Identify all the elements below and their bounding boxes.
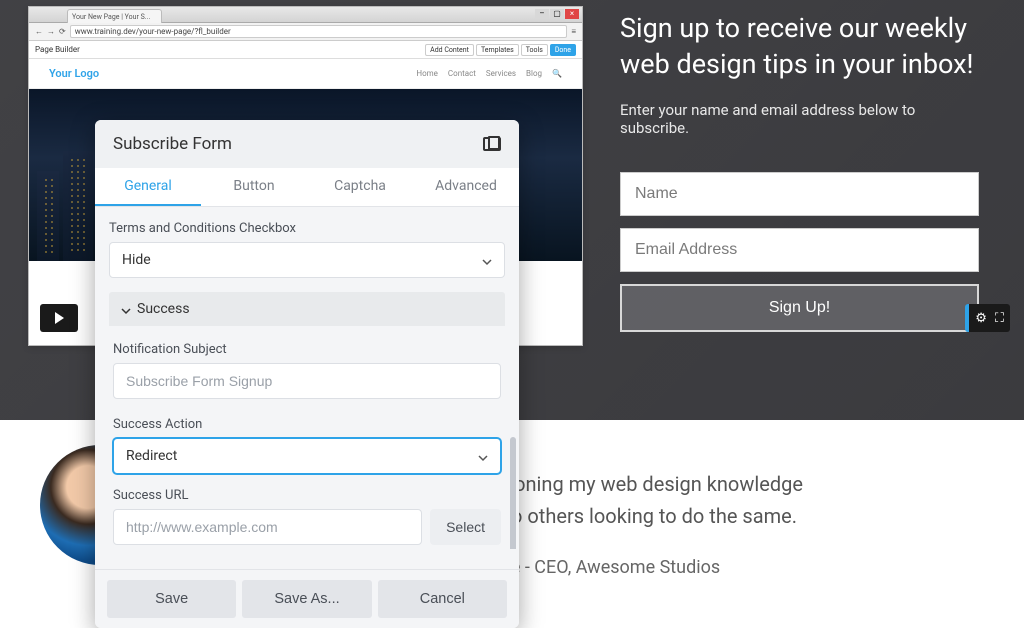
panel-footer: Save Save As... Cancel — [95, 569, 519, 628]
video-play-button[interactable] — [40, 304, 78, 332]
terms-label: Terms and Conditions Checkbox — [109, 221, 505, 236]
site-nav: Home Contact Services Blog 🔍 — [416, 69, 562, 78]
signup-button[interactable]: Sign Up! — [620, 284, 979, 332]
cancel-button[interactable]: Cancel — [378, 580, 507, 618]
done-button[interactable]: Done — [550, 44, 576, 56]
url-input[interactable] — [113, 509, 422, 545]
panel-title: Subscribe Form — [113, 134, 232, 154]
browser-titlebar: Your New Page | Your S... – ▢ × — [29, 7, 582, 23]
signup-form: Sign Up! — [620, 172, 979, 332]
menu-icon[interactable]: ≡ — [571, 27, 576, 36]
browser-toolbar: ← → ⟳ www.training.dev/your-new-page/?fl… — [29, 23, 582, 41]
site-logo: Your Logo — [49, 67, 99, 80]
success-section-toggle[interactable]: Success — [109, 292, 505, 326]
play-icon — [55, 312, 64, 324]
settings-panel: Subscribe Form General Button Captcha Ad… — [95, 120, 519, 628]
minimize-button[interactable]: – — [535, 9, 549, 19]
chevron-down-icon — [121, 304, 131, 314]
url-bar[interactable]: www.training.dev/your-new-page/?fl_build… — [70, 25, 568, 38]
page-builder-label: Page Builder — [35, 45, 80, 54]
site-header: Your Logo Home Contact Services Blog 🔍 — [29, 59, 582, 89]
gear-icon[interactable]: ⚙ — [975, 311, 987, 326]
tab-general[interactable]: General — [95, 168, 201, 206]
page-builder-actions: Add Content Templates Tools Done — [425, 44, 576, 56]
browser-tab[interactable]: Your New Page | Your S... — [67, 9, 162, 23]
action-select[interactable]: Redirect — [113, 438, 501, 474]
url-label: Success URL — [113, 488, 501, 503]
scrollbar[interactable] — [510, 437, 516, 549]
url-select-button[interactable]: Select — [430, 509, 501, 545]
tab-button[interactable]: Button — [201, 168, 307, 206]
hero-title: Sign up to receive our weekly web design… — [620, 10, 979, 83]
hero-subtitle: Enter your name and email address below … — [620, 101, 979, 137]
back-icon[interactable]: ← — [35, 27, 43, 36]
responsive-icon[interactable] — [483, 137, 501, 151]
search-icon[interactable]: 🔍 — [552, 69, 562, 78]
page-builder-bar: Page Builder Add Content Templates Tools… — [29, 41, 582, 59]
tab-advanced[interactable]: Advanced — [413, 168, 519, 206]
fullscreen-icon[interactable]: ⛶ — [995, 311, 1004, 326]
notify-input[interactable] — [113, 363, 501, 399]
terms-select[interactable]: Hide — [109, 242, 505, 278]
hero-content: Sign up to receive our weekly web design… — [620, 10, 979, 332]
panel-body: Terms and Conditions Checkbox Hide Succe… — [95, 207, 519, 549]
save-as-button[interactable]: Save As... — [242, 580, 371, 618]
nav-item[interactable]: Services — [486, 69, 516, 78]
chevron-down-icon — [478, 451, 488, 461]
notify-label: Notification Subject — [113, 342, 501, 357]
action-label: Success Action — [113, 417, 501, 432]
url-row: Select — [113, 509, 501, 545]
tools-button[interactable]: Tools — [521, 44, 548, 56]
maximize-button[interactable]: ▢ — [550, 9, 564, 19]
add-content-button[interactable]: Add Content — [425, 44, 474, 56]
templates-button[interactable]: Templates — [476, 44, 519, 56]
forward-icon[interactable]: → — [47, 27, 55, 36]
save-button[interactable]: Save — [107, 580, 236, 618]
panel-tabs: General Button Captcha Advanced — [95, 168, 519, 207]
url-text: www.training.dev/your-new-page/?fl_build… — [75, 27, 231, 36]
success-section-label: Success — [137, 301, 190, 317]
nav-item[interactable]: Blog — [526, 69, 542, 78]
nav-item[interactable]: Contact — [448, 69, 476, 78]
panel-header: Subscribe Form — [95, 120, 519, 168]
close-button[interactable]: × — [565, 9, 579, 19]
action-value: Redirect — [126, 448, 177, 464]
tab-captcha[interactable]: Captcha — [307, 168, 413, 206]
name-input[interactable] — [620, 172, 979, 216]
success-section-body: Notification Subject Success Action Redi… — [109, 326, 505, 549]
email-input[interactable] — [620, 228, 979, 272]
window-controls: – ▢ × — [535, 9, 579, 19]
terms-value: Hide — [122, 252, 151, 268]
nav-item[interactable]: Home — [416, 69, 438, 78]
chevron-down-icon — [482, 255, 492, 265]
reload-icon[interactable]: ⟳ — [59, 27, 66, 36]
video-settings[interactable]: ⚙ ⛶ — [965, 304, 1010, 332]
